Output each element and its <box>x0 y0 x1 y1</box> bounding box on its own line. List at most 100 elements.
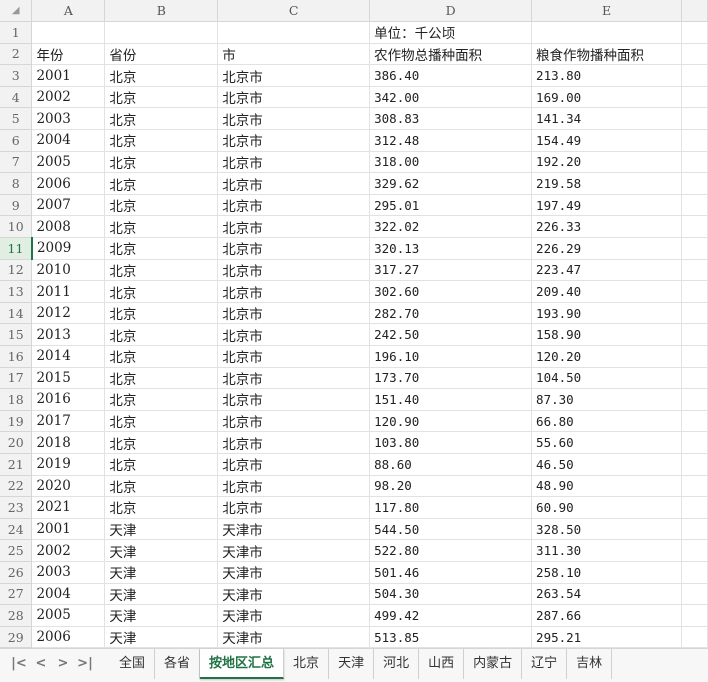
cell-a[interactable]: 2015 <box>31 367 106 390</box>
sheet-tab[interactable]: 河北 <box>374 649 420 679</box>
cell-e[interactable]: 219.58 <box>531 172 682 195</box>
column-header-a[interactable]: A <box>31 0 106 23</box>
cell-e[interactable]: 169.00 <box>531 86 682 109</box>
row-header[interactable]: 28 <box>0 604 33 627</box>
cell-b[interactable]: 北京 <box>104 259 219 282</box>
row-header[interactable]: 16 <box>0 345 33 368</box>
cell-a[interactable]: 2008 <box>31 215 106 239</box>
cell-c[interactable]: 市 <box>217 43 371 66</box>
cell-f[interactable] <box>681 21 708 44</box>
cell-b[interactable]: 天津 <box>104 604 219 627</box>
column-header-b[interactable]: B <box>104 0 219 23</box>
cell-d[interactable]: 308.83 <box>369 107 533 131</box>
cell-e[interactable]: 48.90 <box>531 475 682 498</box>
cell-c[interactable]: 天津市 <box>217 518 371 541</box>
cell-b[interactable]: 北京 <box>104 107 219 131</box>
sheet-tab[interactable]: 辽宁 <box>522 649 568 679</box>
cell-c[interactable]: 北京市 <box>217 496 371 519</box>
cell-d[interactable]: 242.50 <box>369 323 533 346</box>
cell-e[interactable]: 55.60 <box>531 431 682 454</box>
sheet-tab[interactable]: 各省 <box>155 649 201 679</box>
cell-a[interactable]: 2003 <box>31 107 106 131</box>
cell-d[interactable]: 544.50 <box>369 518 533 541</box>
cell-e[interactable]: 209.40 <box>531 280 682 303</box>
next-sheet-button[interactable]: > <box>52 656 74 671</box>
cell-e[interactable]: 粮食作物播种面积 <box>531 43 682 66</box>
cell-c[interactable]: 北京市 <box>217 64 371 87</box>
cell-f[interactable] <box>681 280 708 303</box>
column-header-blank[interactable] <box>681 0 708 23</box>
cell-b[interactable]: 北京 <box>104 172 219 195</box>
cell-f[interactable] <box>681 259 708 282</box>
cell-d[interactable]: 302.60 <box>369 280 533 303</box>
cell-c[interactable]: 天津市 <box>217 539 371 562</box>
sheet-tab[interactable]: 山西 <box>419 649 465 679</box>
cell-f[interactable] <box>681 194 708 217</box>
row-header[interactable]: 21 <box>0 453 33 476</box>
cell-e[interactable]: 193.90 <box>531 302 682 325</box>
cell-a[interactable]: 年份 <box>31 43 106 66</box>
cell-a[interactable]: 2019 <box>31 453 106 476</box>
cell-d[interactable]: 504.30 <box>369 583 533 606</box>
row-header[interactable]: 1 <box>0 21 33 44</box>
cell-f[interactable] <box>681 604 708 627</box>
cell-d[interactable]: 522.80 <box>369 539 533 562</box>
cell-a[interactable]: 2021 <box>31 496 106 519</box>
row-header[interactable]: 9 <box>0 194 33 217</box>
cell-d[interactable]: 312.48 <box>369 129 533 152</box>
cell-d[interactable]: 103.80 <box>369 431 533 454</box>
row-header[interactable]: 20 <box>0 431 33 454</box>
prev-sheet-button[interactable]: < <box>30 656 52 671</box>
cell-d[interactable]: 499.42 <box>369 604 533 627</box>
cell-f[interactable] <box>681 367 708 390</box>
cell-d[interactable]: 320.13 <box>369 237 533 260</box>
cell-b[interactable]: 北京 <box>104 194 219 217</box>
cell-f[interactable] <box>681 215 708 239</box>
cell-f[interactable] <box>681 302 708 325</box>
cell-b[interactable]: 天津 <box>104 539 219 562</box>
cell-c[interactable]: 北京市 <box>217 431 371 454</box>
sheet-tab[interactable]: 内蒙古 <box>464 649 523 679</box>
row-header[interactable]: 2 <box>0 43 33 66</box>
cell-e[interactable]: 213.80 <box>531 64 682 87</box>
cell-b[interactable]: 北京 <box>104 431 219 454</box>
first-sheet-button[interactable]: |< <box>8 656 30 671</box>
cell-d[interactable]: 120.90 <box>369 410 533 433</box>
spreadsheet-grid[interactable]: ◢ A B C D E 1 单位：千公顷 2 年份 省份市农作物总播种面积 粮食作物播种面… <box>0 0 708 649</box>
cell-b[interactable]: 天津 <box>104 518 219 541</box>
cell-c[interactable]: 北京市 <box>217 345 371 368</box>
column-header-c[interactable]: C <box>217 0 371 23</box>
cell-f[interactable] <box>681 518 708 541</box>
row-header[interactable]: 18 <box>0 388 33 411</box>
cell-f[interactable] <box>681 583 708 606</box>
cell-e[interactable]: 66.80 <box>531 410 682 433</box>
cell-f[interactable] <box>681 626 708 649</box>
cell-a[interactable]: 2006 <box>31 626 106 649</box>
cell-e[interactable]: 60.90 <box>531 496 682 519</box>
cell-b[interactable]: 北京 <box>104 280 219 303</box>
cell-e[interactable]: 295.21 <box>531 626 682 649</box>
cell-e[interactable]: 46.50 <box>531 453 682 476</box>
cell-a[interactable]: 2009 <box>31 237 106 260</box>
cell-c[interactable]: 天津市 <box>217 583 371 606</box>
cell-b[interactable]: 北京 <box>104 129 219 152</box>
sheet-tab[interactable]: 天津 <box>329 649 375 679</box>
cell-d[interactable]: 单位：千公顷 <box>369 21 533 44</box>
cell-a[interactable]: 2006 <box>31 172 106 195</box>
row-header[interactable]: 27 <box>0 583 33 606</box>
row-header[interactable]: 4 <box>0 86 33 109</box>
cell-c[interactable]: 北京市 <box>217 259 371 282</box>
cell-b[interactable]: 北京 <box>104 151 219 174</box>
cell-e[interactable]: 158.90 <box>531 323 682 346</box>
cell-a[interactable]: 2005 <box>31 151 106 174</box>
cell-f[interactable] <box>681 410 708 433</box>
row-header[interactable]: 26 <box>0 561 33 584</box>
cell-c[interactable]: 北京市 <box>217 410 371 433</box>
cell-e[interactable]: 141.34 <box>531 107 682 131</box>
cell-f[interactable] <box>681 453 708 476</box>
row-header[interactable]: 6 <box>0 129 33 152</box>
row-header[interactable]: 12 <box>0 259 33 282</box>
cell-c[interactable]: 天津市 <box>217 626 371 649</box>
cell-c[interactable]: 天津市 <box>217 604 371 627</box>
cell-b[interactable]: 北京 <box>104 323 219 346</box>
